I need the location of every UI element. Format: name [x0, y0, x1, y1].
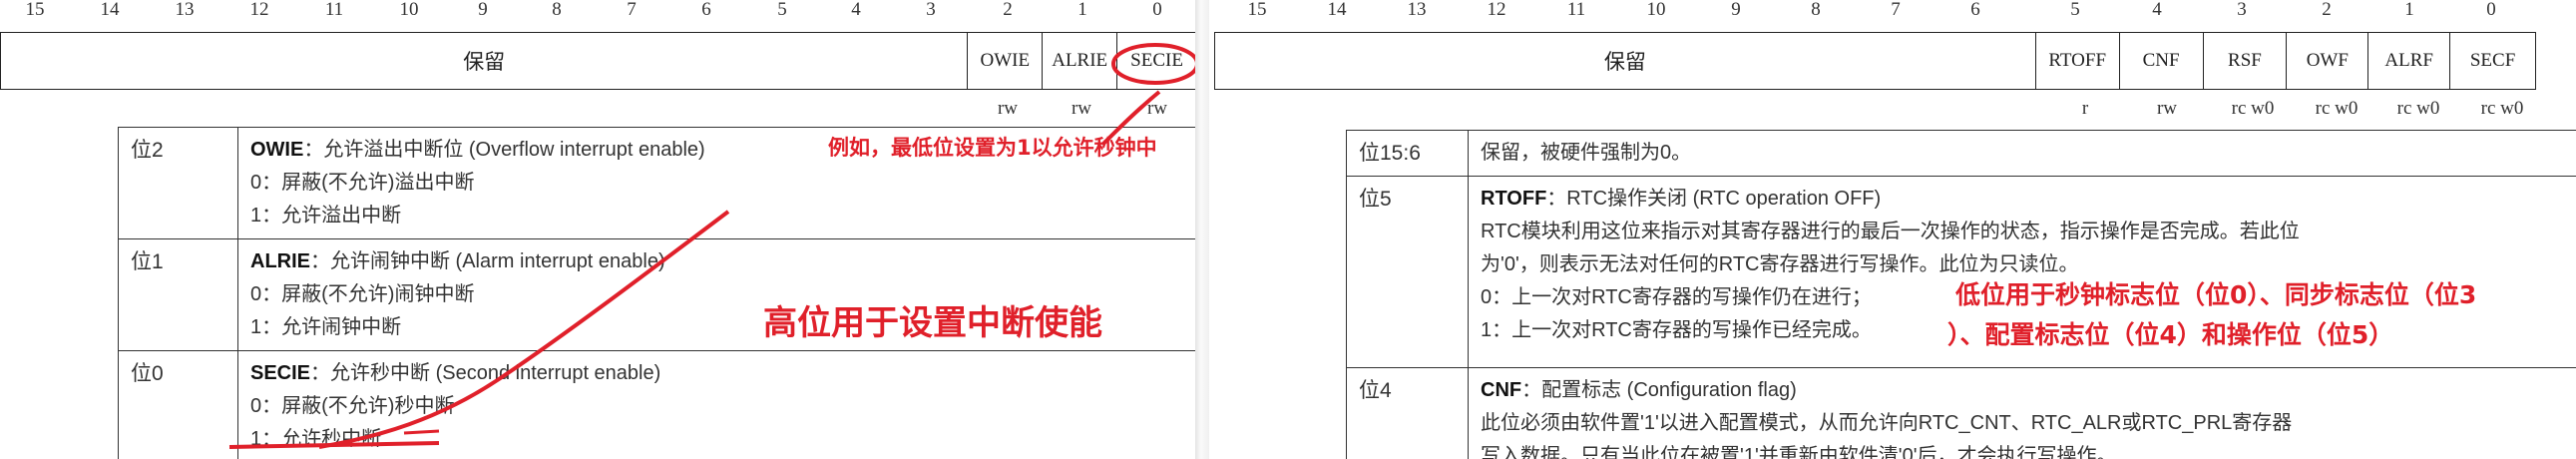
low-bits-annotation-line1: 低位用于秒钟标志位（位0）、同步标志位（位3 [1955, 275, 2477, 311]
access-type: rw [2156, 98, 2178, 119]
left-bit-description-table: 位2 OWIE：允许溢出中断位 (Overflow interrupt enab… [118, 127, 1195, 459]
description-line: 0：屏蔽(不允许)秒中断 [250, 395, 455, 417]
left-register-panel: 15 14 13 12 11 10 9 8 7 6 5 4 3 2 1 0 保留… [0, 0, 1195, 459]
bit-number: 7 [627, 0, 637, 20]
bit-number: 12 [249, 0, 269, 20]
bit-description: 保留，被硬件强制为0。 [1468, 130, 2576, 177]
alrie-field: ALRIE [1042, 33, 1116, 89]
access-type: rw [1146, 98, 1168, 119]
field-name: ALRIE [250, 250, 310, 272]
bit-number: 0 [2486, 0, 2496, 20]
bit-number: 9 [1731, 0, 1741, 20]
bit-number: 10 [399, 0, 419, 20]
bit-number: 15 [25, 0, 45, 20]
right-access-row: r rw rc w0 rc w0 rc w0 rc w0 [1209, 98, 2576, 122]
rsf-field: RSF [2202, 33, 2287, 89]
access-type: rc w0 [2396, 98, 2440, 119]
bit-label: 位1 [118, 238, 238, 351]
bit-number: 12 [1487, 0, 1506, 20]
access-type: rc w0 [2315, 98, 2359, 119]
access-type: rc w0 [2480, 98, 2524, 119]
access-type: rw [1071, 98, 1092, 119]
bit-number: 14 [1327, 0, 1347, 20]
high-bits-annotation: 高位用于设置中断使能 [763, 303, 1102, 343]
description-line: 保留，被硬件强制为0。 [1481, 142, 1692, 164]
bit-number: 6 [1970, 0, 1980, 20]
field-title: ：允许秒中断 (Second interrupt enable) [310, 362, 661, 384]
owie-field: OWIE [967, 33, 1042, 89]
bit-number: 10 [1646, 0, 1666, 20]
bit-description: CNF：配置标志 (Configuration flag) 此位必须由软件置'1… [1468, 367, 2576, 459]
table-row: 位15:6 保留，被硬件强制为0。 [1346, 130, 2576, 177]
field-title: ：RTC操作关闭 (RTC operation OFF) [1546, 188, 1882, 210]
bit-number: 3 [2237, 0, 2247, 20]
bit-label: 位15:6 [1346, 130, 1469, 177]
low-bits-annotation-line2: ）、配置标志位（位4）和操作位（位5） [1947, 315, 2394, 351]
bit-number: 11 [1566, 0, 1586, 20]
description-line: 0：屏蔽(不允许)溢出中断 [250, 172, 475, 194]
description-line: 1：允许秒中断 [250, 428, 382, 450]
bit-number: 6 [701, 0, 711, 20]
table-row: 位0 SECIE：允许秒中断 (Second interrupt enable)… [118, 350, 1195, 459]
panel-divider [1195, 0, 1209, 459]
bit-number: 5 [2070, 0, 2080, 20]
bit-label: 位0 [118, 350, 238, 459]
bit-number: 8 [552, 0, 562, 20]
bit-number: 3 [926, 0, 936, 20]
bit-number: 1 [1077, 0, 1087, 20]
bit-number: 4 [2152, 0, 2162, 20]
right-bit-number-row: 15 14 13 12 11 10 9 8 7 6 5 4 3 2 1 0 [1209, 0, 2576, 22]
bit-number: 2 [1003, 0, 1013, 20]
bit-number: 5 [777, 0, 787, 20]
bit-number: 9 [478, 0, 488, 20]
field-name: CNF [1481, 379, 1522, 401]
reserved-field: 保留 [1603, 50, 1646, 74]
right-register-panel: 15 14 13 12 11 10 9 8 7 6 5 4 3 2 1 0 保留… [1209, 0, 2576, 459]
field-title: ：允许溢出中断位 (Overflow interrupt enable) [303, 139, 705, 161]
secf-field: SECF [2449, 33, 2535, 89]
cnf-field: CNF [2118, 33, 2203, 89]
bit-number: 8 [1811, 0, 1821, 20]
bit-label: 位2 [118, 127, 238, 239]
field-title: ：配置标志 (Configuration flag) [1521, 379, 1797, 401]
bit-number: 0 [1152, 0, 1162, 20]
bit-number: 13 [1407, 0, 1427, 20]
field-name: RTOFF [1481, 188, 1547, 210]
left-bit-number-row: 15 14 13 12 11 10 9 8 7 6 5 4 3 2 1 0 [0, 0, 1195, 22]
description-line: 1：允许溢出中断 [250, 205, 402, 227]
bit-number: 1 [2404, 0, 2414, 20]
table-row: 位4 CNF：配置标志 (Configuration flag) 此位必须由软件… [1346, 367, 2576, 459]
bit-number: 4 [851, 0, 861, 20]
field-name: OWIE [250, 139, 304, 161]
access-type: rc w0 [2231, 98, 2275, 119]
bit-number: 11 [324, 0, 344, 20]
alrf-field: ALRF [2367, 33, 2449, 89]
bit-number: 15 [1247, 0, 1267, 20]
access-type: rw [997, 98, 1019, 119]
description-line: 写入数据。只有当此位在被置'1'并重新由软件清'0'后，才会执行写操作。 [1481, 445, 2117, 459]
bit-label: 位5 [1346, 176, 1469, 368]
description-line: RTC模块利用这位来指示对其寄存器进行的最后一次操作的状态，指示操作是否完成。若… [1481, 221, 2300, 242]
bit-label: 位4 [1346, 367, 1469, 459]
bit-number: 2 [2322, 0, 2332, 20]
owf-field: OWF [2286, 33, 2367, 89]
left-access-row: rw rw rw [0, 98, 1195, 122]
bit-description: SECIE：允许秒中断 (Second interrupt enable) 0：… [237, 350, 1195, 459]
right-register-fields: 保留 RTOFF CNF RSF OWF ALRF SECF [1214, 32, 2536, 90]
left-register-fields: 保留 OWIE ALRIE SECIE [0, 32, 1195, 90]
description-line: 此位必须由软件置'1'以进入配置模式，从而允许向RTC_CNT、RTC_ALR或… [1481, 412, 2293, 434]
field-title: ：允许闹钟中断 (Alarm interrupt enable) [310, 250, 665, 272]
bit-number: 14 [100, 0, 120, 20]
field-name: SECIE [250, 362, 311, 384]
bit-number: 7 [1891, 0, 1901, 20]
secie-field: SECIE [1116, 33, 1195, 89]
bit-number: 13 [175, 0, 195, 20]
example-annotation: 例如，最低位设置为1以允许秒钟中 [828, 136, 1157, 160]
access-type: r [2081, 98, 2089, 119]
reserved-field: 保留 [463, 50, 506, 74]
rtoff-field: RTOFF [2034, 33, 2119, 89]
